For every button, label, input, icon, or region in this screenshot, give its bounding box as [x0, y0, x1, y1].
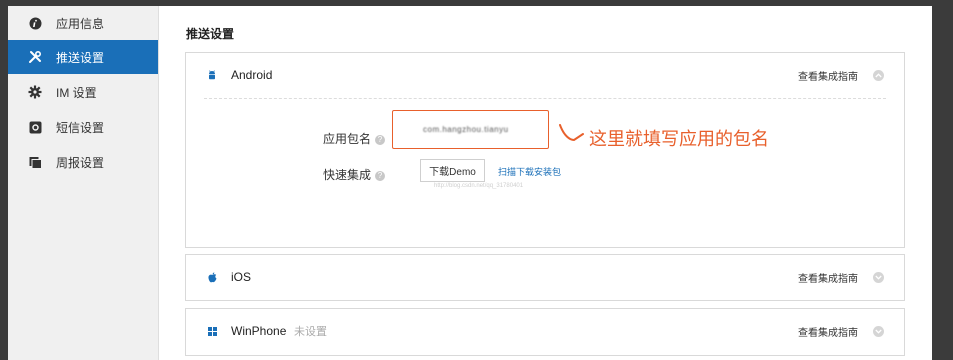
winphone-status: 未设置	[294, 326, 327, 338]
app-window: 应用信息 推送设置 IM 设置 短信设置 周报设置 推送设置 Android 查…	[8, 6, 932, 360]
winphone-guide-link[interactable]: 查看集成指南	[798, 324, 858, 339]
sms-icon	[28, 120, 42, 134]
package-name-input[interactable]: com.hangzhou.tianyu	[392, 110, 549, 149]
scan-download-link[interactable]: 扫描下载安装包	[498, 165, 561, 178]
sidebar-item-im-settings[interactable]: IM 设置	[8, 75, 158, 109]
winphone-title: WinPhone	[231, 324, 287, 338]
android-panel: Android 查看集成指南 应用包名? com.hangzhou.tianyu…	[185, 52, 905, 248]
watermark-text: http://blog.csdn.net/qq_31780401	[434, 183, 524, 189]
tools-icon	[28, 50, 42, 64]
gear-icon	[28, 85, 42, 99]
android-guide-link[interactable]: 查看集成指南	[798, 68, 858, 83]
windows-icon	[206, 324, 218, 338]
chevron-down-icon[interactable]	[873, 325, 884, 337]
annotation-arrow-icon	[559, 124, 584, 142]
sidebar: 应用信息 推送设置 IM 设置 短信设置 周报设置	[8, 6, 159, 360]
chevron-up-icon[interactable]	[873, 69, 884, 81]
package-name-label: 应用包名?	[323, 130, 386, 147]
sidebar-item-label: 应用信息	[56, 16, 105, 31]
ios-panel[interactable]: iOS 查看集成指南	[185, 254, 905, 301]
sidebar-item-label: 推送设置	[56, 50, 105, 65]
download-demo-button[interactable]: 下载Demo	[420, 159, 485, 182]
sidebar-item-label: 周报设置	[56, 155, 105, 170]
quick-integration-label: 快速集成?	[323, 166, 386, 183]
page-title: 推送设置	[186, 27, 235, 41]
sidebar-item-sms-settings[interactable]: 短信设置	[8, 110, 158, 144]
android-panel-header[interactable]: Android 查看集成指南	[186, 53, 904, 97]
package-name-value: com.hangzhou.tianyu	[423, 125, 509, 134]
android-icon	[206, 68, 218, 82]
sidebar-item-push-settings[interactable]: 推送设置	[8, 40, 158, 74]
sidebar-item-label: IM 设置	[56, 85, 97, 100]
ios-panel-header[interactable]: iOS 查看集成指南	[186, 255, 904, 299]
ios-title: iOS	[231, 270, 252, 284]
dashed-divider	[204, 98, 886, 99]
info-icon	[28, 16, 42, 30]
android-title: Android	[231, 68, 273, 82]
main-content: 推送设置 Android 查看集成指南 应用包名? com.hangzhou.t…	[159, 6, 932, 360]
sidebar-item-weekly-report[interactable]: 周报设置	[8, 145, 158, 179]
winphone-panel[interactable]: WinPhone 未设置 查看集成指南	[185, 308, 905, 356]
sidebar-item-app-info[interactable]: 应用信息	[8, 6, 158, 40]
help-icon[interactable]: ?	[375, 170, 386, 181]
help-icon[interactable]: ?	[375, 134, 386, 145]
winphone-panel-header[interactable]: WinPhone 未设置 查看集成指南	[186, 309, 904, 353]
apple-icon	[206, 270, 218, 284]
sidebar-item-label: 短信设置	[56, 120, 105, 135]
report-icon	[28, 155, 42, 169]
chevron-down-icon[interactable]	[873, 271, 884, 283]
ios-guide-link[interactable]: 查看集成指南	[798, 270, 858, 285]
annotation-text: 这里就填写应用的包名	[589, 129, 769, 149]
